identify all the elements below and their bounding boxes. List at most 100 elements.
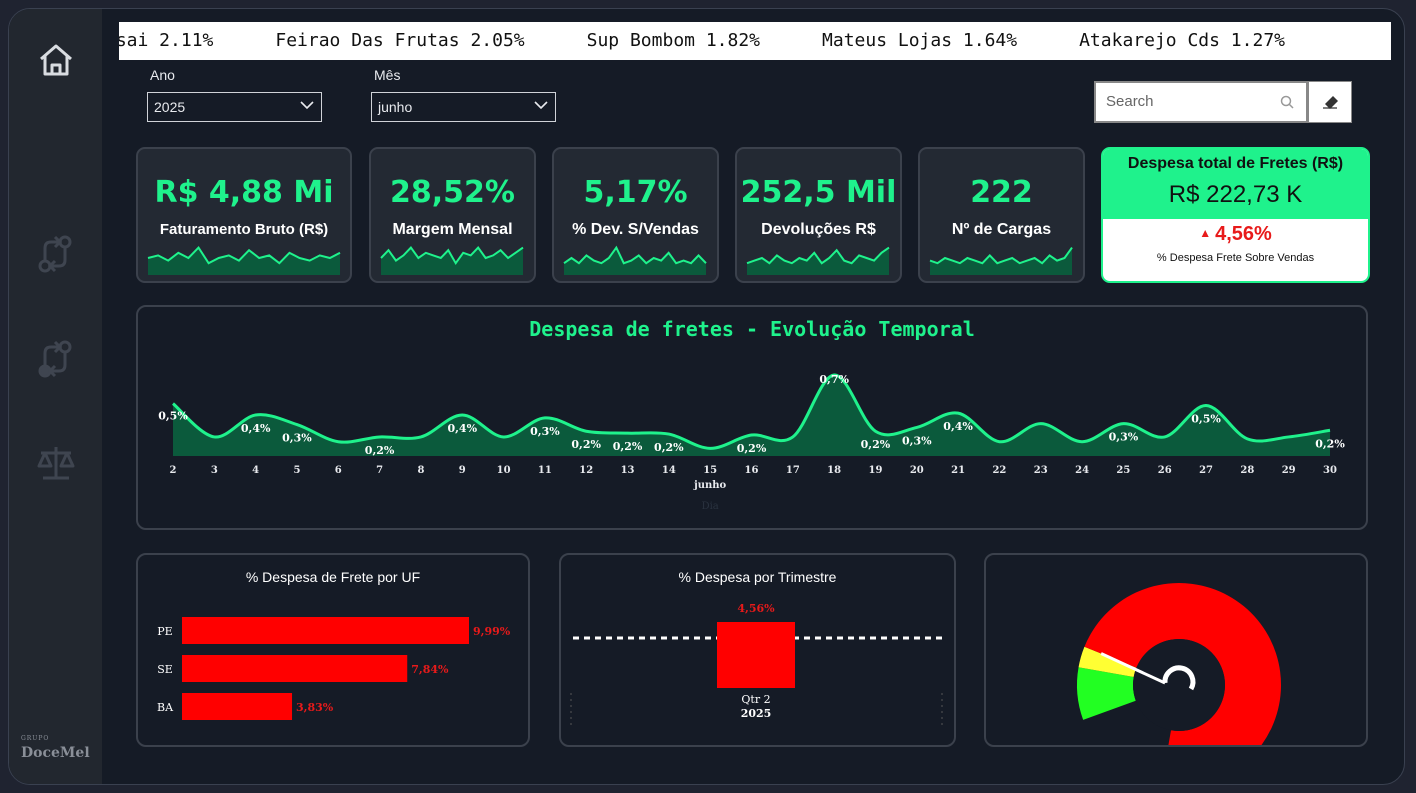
kpi-sparkline [563, 245, 707, 275]
bar [182, 693, 293, 720]
kpi-margem: 28,52% Margem Mensal [369, 147, 536, 283]
kpi-label: Nº de Cargas [951, 221, 1052, 238]
bar [717, 622, 795, 688]
data-label: 0,2% [861, 438, 891, 451]
ano-value: 2025 [154, 99, 186, 115]
sidebar: GRUPO DoceMel [9, 9, 102, 784]
trimestre-bar-chart: 4,56% Qtr 22025 [570, 602, 946, 725]
fretes-total-card: Despesa total de Fretes (R$) R$ 222,73 K… [1101, 147, 1370, 283]
data-label: 0,2% [737, 442, 767, 455]
kpi-sparkline [147, 246, 341, 275]
data-label: 0,2% [654, 441, 684, 454]
mes-label: Mês [374, 67, 401, 83]
clear-filters-button[interactable] [1308, 81, 1352, 123]
x-tick-label: 27 [1199, 465, 1213, 476]
kpi-value: 252,5 Mil [740, 175, 897, 210]
x-tick-label: 17 [786, 465, 800, 476]
x-tick-label: 22 [992, 465, 1006, 476]
x-tick-label: 3 [211, 465, 218, 476]
fretes-subtitle: % Despesa Frete Sobre Vendas [1156, 252, 1315, 264]
x-tick-label: 26 [1158, 465, 1172, 476]
x-tick-label: 9 [459, 465, 466, 476]
ano-dropdown[interactable]: 2025 [147, 92, 322, 122]
kpi-value: 28,52% [390, 175, 515, 210]
kpi-label: Faturamento Bruto (R$) [159, 221, 329, 238]
bar-value-label: 9,99% [473, 625, 511, 638]
kpi-label: Devoluções R$ [761, 221, 876, 238]
x-tick-label: 25 [1116, 465, 1130, 476]
x-group-label: junho [693, 480, 726, 491]
ticker-item: Sup Bombom 1.82% [586, 30, 761, 51]
data-label: 0,7% [819, 373, 849, 386]
x-tick-label: 20 [910, 465, 924, 476]
mes-value: junho [378, 99, 413, 115]
flow-icon[interactable] [35, 339, 77, 381]
kpi-devolucao-pct: 5,17% % Dev. S/Vendas [552, 147, 719, 283]
sparkline-area [148, 247, 340, 275]
data-label: 0,2% [365, 444, 395, 457]
kpi-sparkline [929, 247, 1073, 275]
x-tick-label: 7 [376, 465, 383, 476]
x-tick-label: 8 [417, 465, 424, 476]
x-tick-label: 14 [662, 465, 676, 476]
x-tick-label: 12 [579, 465, 593, 476]
x-tick-label: 6 [335, 465, 342, 476]
ticker-item: ssai 2.11% [119, 30, 214, 51]
fretes-card-header: Despesa total de Fretes (R$) R$ 222,73 K [1103, 149, 1368, 219]
category-label: Qtr 2 [741, 693, 770, 706]
kpi-faturamento: R$ 4,88 Mi Faturamento Bruto (R$) [136, 147, 352, 283]
chevron-down-icon [300, 101, 314, 110]
scale-icon[interactable] [35, 442, 77, 484]
gauge-panel [984, 553, 1368, 747]
bar [182, 655, 408, 682]
search-input[interactable]: Search [1094, 81, 1308, 123]
x-tick-label: 11 [538, 465, 552, 476]
brand-logo: GRUPO DoceMel [21, 735, 90, 761]
x-tick-label: 29 [1282, 465, 1296, 476]
x-tick-label: 24 [1075, 465, 1089, 476]
flow-icon[interactable] [35, 234, 77, 276]
kpi-value: 222 [970, 175, 1033, 210]
kpi-value: 5,17% [583, 175, 688, 210]
gauge-hub-bg [1133, 639, 1225, 731]
x-tick-label: 15 [703, 465, 717, 476]
x-tick-label: 23 [1034, 465, 1048, 476]
mes-dropdown[interactable]: junho [371, 92, 556, 122]
x-tick-label: 13 [621, 465, 635, 476]
fretes-card-footer: ▲ 4,56% % Despesa Frete Sobre Vendas [1103, 223, 1368, 264]
x-tick-label: 2 [170, 465, 177, 476]
kpi-sparkline [746, 246, 890, 275]
chevron-down-icon [534, 101, 548, 110]
data-label: 0,4% [943, 420, 973, 433]
bar [182, 617, 469, 644]
kpi-label: Margem Mensal [392, 221, 513, 238]
ano-label: Ano [150, 67, 175, 83]
x-tick-label: 4 [252, 465, 259, 476]
dashboard-frame: GRUPO DoceMel ssai 2.11% Feirao Das Fruta… [8, 8, 1405, 785]
ticker-bar: ssai 2.11% Feirao Das Frutas 2.05% Sup Bom… [119, 22, 1391, 60]
x-tick-label: 30 [1323, 465, 1337, 476]
data-label: 0,3% [902, 434, 932, 447]
category-label: SE [157, 663, 173, 676]
home-icon[interactable] [35, 39, 77, 81]
ticker-item: Feirao Das Frutas 2.05% [275, 30, 525, 51]
uf-chart-panel: % Despesa de Frete por UF PE 9,99% SE 7,84%… [136, 553, 530, 747]
fretes-pct: 4,56% [1215, 223, 1272, 245]
search-placeholder: Search [1106, 93, 1154, 110]
data-label: 0,3% [282, 432, 312, 445]
category-label: PE [157, 625, 172, 638]
trimestre-chart-panel: % Despesa por Trimestre 4,56% Qtr 2 2025 [559, 553, 956, 747]
x-tick-label: 5 [293, 465, 300, 476]
data-label: 0,4% [241, 422, 271, 435]
kpi-value: R$ 4,88 Mi [154, 175, 334, 210]
x-tick-label: 18 [827, 465, 841, 476]
x-tick-label: 28 [1240, 465, 1254, 476]
x-tick-label: 16 [745, 465, 759, 476]
fretes-title: Despesa total de Fretes (R$) [1127, 155, 1344, 172]
ticker-item: Mateus Lojas 1.64% [822, 30, 1018, 51]
fretes-value: R$ 222,73 K [1168, 181, 1303, 208]
x-tick-label: 10 [497, 465, 511, 476]
data-label: 0,3% [1109, 431, 1139, 444]
ticker-item: Atakarejo Cds 1.27% [1079, 30, 1285, 51]
kpi-sparkline [380, 246, 524, 275]
